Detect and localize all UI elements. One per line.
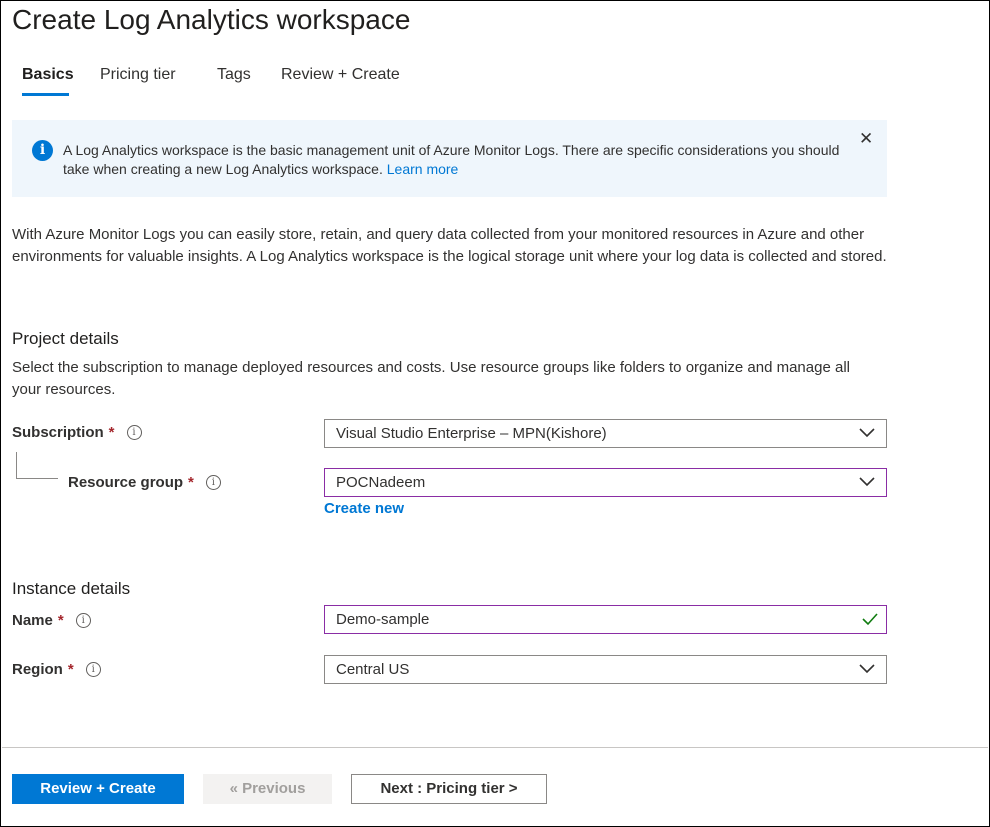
create-new-link[interactable]: Create new [324, 500, 404, 517]
info-icon: i [32, 140, 53, 161]
region-label-text: Region [12, 661, 63, 678]
info-circle-icon[interactable]: i [126, 425, 142, 440]
resource-group-dropdown[interactable]: POCNadeem [324, 468, 887, 497]
resource-group-label: Resource group * i [68, 474, 221, 491]
tab-tags[interactable]: Tags [217, 64, 251, 86]
chevron-down-icon [859, 428, 875, 438]
info-circle-icon[interactable]: i [205, 475, 221, 490]
instance-details-heading: Instance details [12, 579, 131, 598]
chevron-down-icon [859, 664, 875, 674]
name-value: Demo-sample [336, 611, 430, 628]
name-label-text: Name [12, 612, 53, 629]
required-marker: * [188, 474, 194, 491]
region-dropdown[interactable]: Central US [324, 655, 887, 684]
subscription-dropdown[interactable]: Visual Studio Enterprise – MPN(Kishore) [324, 419, 887, 448]
name-label: Name * i [12, 612, 91, 629]
project-details-description: Select the subscription to manage deploy… [12, 359, 850, 398]
project-details-heading: Project details [12, 329, 119, 348]
tab-pricing-tier[interactable]: Pricing tier [100, 64, 176, 86]
page-title: Create Log Analytics workspace [12, 4, 411, 35]
learn-more-link[interactable]: Learn more [387, 161, 459, 177]
previous-button[interactable]: « Previous [203, 774, 332, 804]
active-tab-indicator [22, 93, 69, 96]
close-icon[interactable]: ✕ [859, 130, 873, 147]
tab-review-create[interactable]: Review + Create [281, 64, 400, 86]
subscription-label-text: Subscription [12, 424, 104, 441]
tree-connector [16, 452, 58, 479]
info-banner: i A Log Analytics workspace is the basic… [12, 120, 887, 197]
info-circle-icon[interactable]: i [75, 613, 91, 628]
subscription-label: Subscription * i [12, 424, 142, 441]
resource-group-label-text: Resource group [68, 474, 184, 491]
footer-divider [2, 747, 988, 748]
workspace-description: With Azure Monitor Logs you can easily s… [12, 226, 887, 265]
required-marker: * [67, 661, 74, 678]
tab-basics[interactable]: Basics [22, 64, 74, 86]
required-marker: * [108, 424, 115, 441]
name-input[interactable]: Demo-sample [324, 605, 887, 634]
checkmark-icon [862, 613, 878, 626]
region-value: Central US [336, 661, 410, 678]
subscription-value: Visual Studio Enterprise – MPN(Kishore) [336, 425, 607, 442]
region-label: Region * i [12, 661, 101, 678]
required-marker: * [57, 612, 64, 629]
review-create-button[interactable]: Review + Create [12, 774, 184, 804]
chevron-down-icon [859, 477, 875, 487]
info-circle-icon[interactable]: i [85, 662, 101, 677]
next-pricing-tier-button[interactable]: Next : Pricing tier > [351, 774, 547, 804]
resource-group-value: POCNadeem [336, 474, 426, 491]
info-banner-text: A Log Analytics workspace is the basic m… [63, 141, 863, 179]
